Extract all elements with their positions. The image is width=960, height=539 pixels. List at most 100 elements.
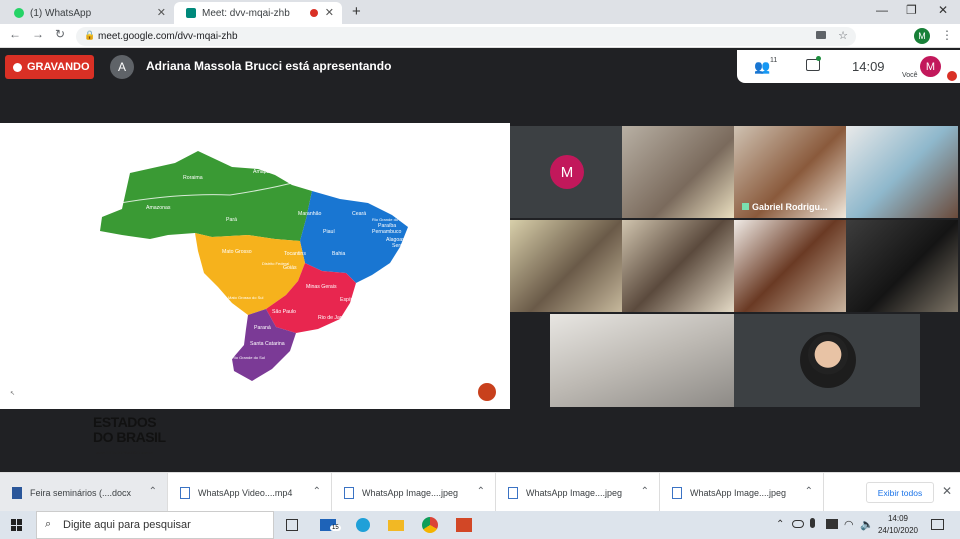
record-icon: [13, 62, 22, 72]
new-tab-button[interactable]: +: [352, 3, 361, 20]
chevron-up-icon[interactable]: ⌃: [641, 486, 649, 497]
browser-menu-icon[interactable]: ⋮: [941, 28, 953, 42]
wifi-icon[interactable]: ◠: [844, 518, 854, 531]
profile-avatar[interactable]: M: [914, 28, 930, 44]
state-label: Ceará: [352, 211, 366, 217]
close-icon[interactable]: ✕: [157, 6, 166, 19]
window-close-button[interactable]: ✕: [938, 3, 948, 17]
participant-tile[interactable]: [622, 220, 734, 312]
state-label: Maranhão: [298, 211, 321, 217]
chevron-up-icon[interactable]: ⌃: [477, 486, 485, 497]
participant-avatar: [800, 332, 856, 388]
state-label: Minas Gerais: [306, 284, 337, 290]
url-text: meet.google.com/dvv-mqai-zhb: [98, 31, 238, 42]
edge-icon[interactable]: [356, 518, 370, 532]
powerpoint-icon[interactable]: [456, 518, 472, 532]
tab-meet[interactable]: Meet: dvv-mqai-zhb ✕: [174, 2, 342, 24]
download-filename: WhatsApp Image....jpeg: [526, 487, 623, 498]
participant-tile[interactable]: [734, 314, 920, 407]
participant-name: Gabriel Rodrigu...: [752, 202, 828, 212]
show-all-downloads-button[interactable]: Exibir todos: [866, 482, 934, 503]
star-icon[interactable]: ☆: [838, 29, 848, 42]
self-avatar[interactable]: M: [920, 56, 941, 77]
self-label: Você: [902, 72, 918, 79]
recording-badge: GRAVANDO: [5, 55, 94, 79]
reload-button[interactable]: ↻: [55, 27, 65, 41]
tray-chevron-icon[interactable]: ⌃: [776, 519, 784, 530]
participant-tile[interactable]: [846, 126, 958, 218]
tab-title: (1) WhatsApp: [30, 7, 92, 19]
tab-title: Meet: dvv-mqai-zhb: [202, 7, 290, 19]
mic-muted-icon: [947, 71, 957, 81]
brazil-map: ↖ Roraima Amapá Amazonas Pará Maranhão Ceará R…: [10, 151, 496, 401]
download-item[interactable]: WhatsApp Image....jpeg ⌃: [660, 473, 824, 512]
state-label: Santa Catarina: [250, 341, 285, 347]
camera-icon[interactable]: [816, 31, 826, 39]
participant-tile[interactable]: Gabriel Rodrigu...: [734, 126, 846, 218]
taskbar-search-box[interactable]: ⌕ Digite aqui para pesquisar: [36, 511, 274, 539]
participant-tile[interactable]: [510, 220, 622, 312]
meet-top-controls: 👥 11 14:09 Você M: [737, 50, 960, 83]
state-label: Tocantins: [284, 251, 306, 257]
state-label: Rondônia: [168, 251, 190, 257]
file-icon: [672, 486, 682, 499]
chevron-up-icon[interactable]: ⌃: [149, 486, 157, 497]
file-icon: [508, 486, 518, 499]
chevron-up-icon[interactable]: ⌃: [313, 486, 321, 497]
download-item[interactable]: WhatsApp Image....jpeg ⌃: [496, 473, 660, 512]
minimize-button[interactable]: —: [876, 3, 888, 17]
state-label: Piauí: [323, 229, 335, 235]
chat-notification-dot: [816, 56, 821, 61]
participant-tile[interactable]: M: [510, 126, 622, 218]
download-item[interactable]: Feira seminários (....docx ⌃: [0, 473, 168, 512]
back-button[interactable]: ←: [9, 27, 21, 41]
search-icon: ⌕: [45, 518, 52, 530]
download-item[interactable]: WhatsApp Image....jpeg ⌃: [332, 473, 496, 512]
search-placeholder: Digite aqui para pesquisar: [63, 519, 191, 531]
participant-avatar: M: [550, 155, 584, 189]
slide-title-line1: ESTADOS: [93, 414, 157, 430]
windows-start-icon[interactable]: [11, 519, 23, 531]
taskbar-time: 14:09: [887, 514, 909, 523]
participant-tile[interactable]: [622, 126, 734, 218]
speaking-indicator-icon: [742, 203, 749, 210]
onedrive-icon[interactable]: [792, 520, 804, 528]
recording-label: GRAVANDO: [27, 61, 90, 73]
microphone-icon[interactable]: [810, 518, 815, 528]
state-label: São Paulo: [272, 309, 296, 315]
battery-icon[interactable]: [826, 519, 838, 529]
close-icon[interactable]: ✕: [325, 6, 334, 19]
state-label: Pernambuco: [372, 229, 402, 235]
notifications-icon[interactable]: [931, 519, 944, 530]
maximize-button[interactable]: ❐: [906, 3, 917, 17]
file-explorer-icon[interactable]: [388, 520, 404, 531]
state-label: Acre: [110, 235, 121, 241]
presentation-slide: ↖ Roraima Amapá Amazonas Pará Maranhão Ceará R…: [0, 123, 510, 455]
address-bar[interactable]: 🔒 meet.google.com/dvv-mqai-zhb ☆: [76, 27, 856, 46]
participant-tile[interactable]: [846, 220, 958, 312]
slide-title: ESTADOS DO BRASIL: [93, 415, 193, 445]
slide-site: www.ESTUDOPRATICO.com.br: [96, 450, 154, 455]
volume-icon[interactable]: 🔈: [860, 518, 874, 531]
download-shelf: Feira seminários (....docx ⌃ WhatsApp Vide…: [0, 472, 960, 512]
close-download-shelf-icon[interactable]: ✕: [942, 484, 952, 498]
mail-badge: 15: [330, 525, 341, 531]
people-icon[interactable]: 👥: [754, 59, 770, 75]
taskbar-clock[interactable]: 14:09 24/10/2020: [876, 513, 920, 537]
state-label: Espírito Santo: [340, 297, 373, 303]
task-view-icon[interactable]: [286, 519, 298, 531]
participant-tile[interactable]: [734, 220, 846, 312]
participant-tile[interactable]: [550, 314, 734, 407]
download-item[interactable]: WhatsApp Video....mp4 ⌃: [168, 473, 332, 512]
state-label: Amapá: [253, 169, 270, 175]
word-document-icon: [12, 486, 22, 499]
presenter-status: Adriana Massola Brucci está apresentando: [146, 59, 392, 73]
download-filename: WhatsApp Image....jpeg: [362, 487, 459, 498]
chrome-icon[interactable]: [422, 517, 438, 533]
state-label: Paraná: [254, 325, 271, 331]
presenter-avatar: A: [110, 55, 134, 79]
chevron-up-icon[interactable]: ⌃: [805, 486, 813, 497]
state-label: Distrito Federal: [262, 261, 289, 266]
tab-whatsapp[interactable]: (1) WhatsApp ✕: [2, 2, 174, 24]
forward-button[interactable]: →: [32, 27, 44, 41]
